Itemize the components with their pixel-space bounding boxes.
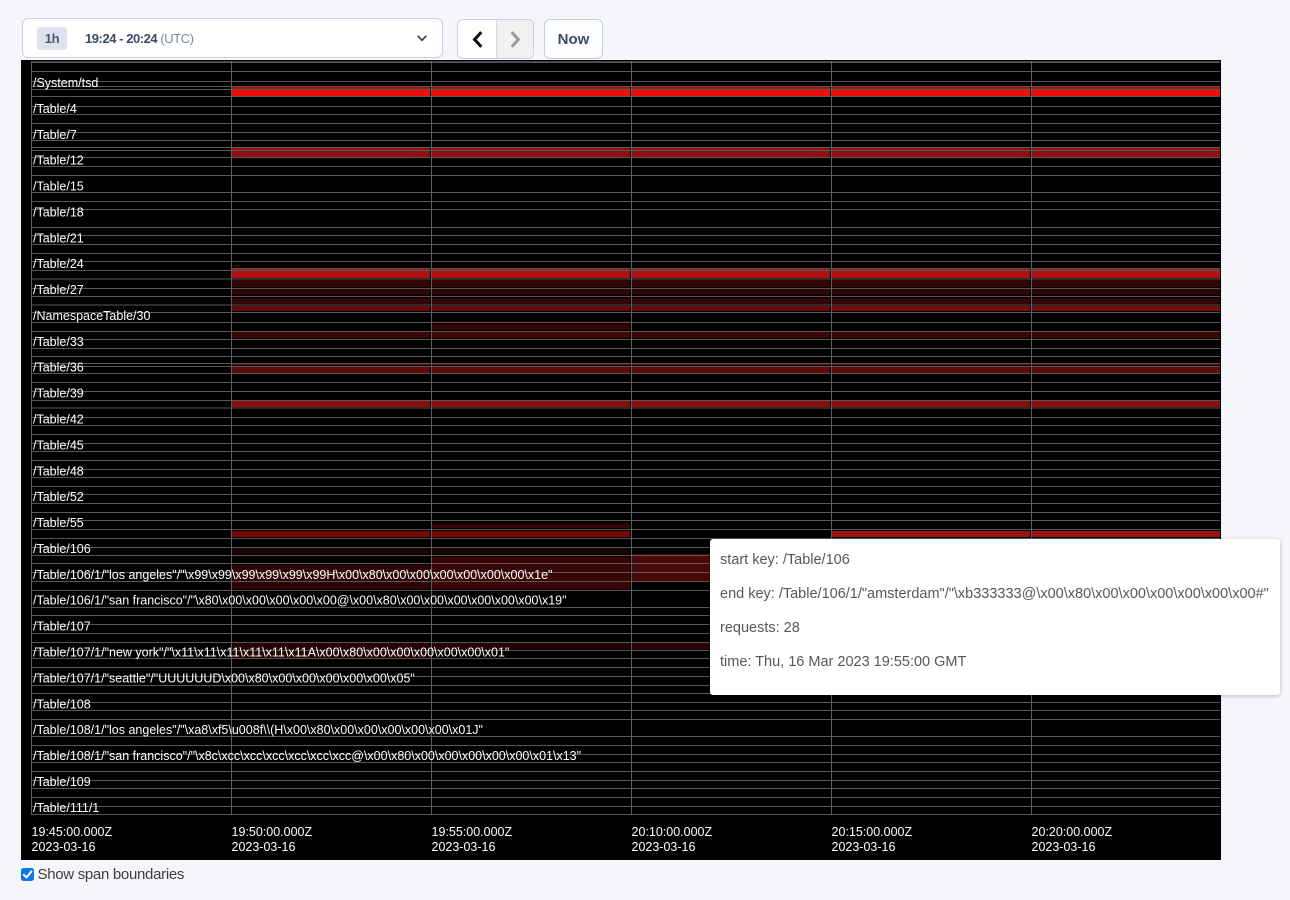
- svg-text:/Table/108/1/"los angeles"/"\x: /Table/108/1/"los angeles"/"\xa8\xf5\u00…: [33, 723, 483, 737]
- svg-text:/Table/36: /Table/36: [33, 361, 84, 375]
- svg-text:2023-03-16: 2023-03-16: [232, 840, 296, 854]
- svg-text:2023-03-16: 2023-03-16: [632, 840, 696, 854]
- svg-text:/Table/52: /Table/52: [33, 490, 84, 504]
- svg-text:/Table/111/1: /Table/111/1: [33, 801, 99, 815]
- svg-text:2023-03-16: 2023-03-16: [1032, 840, 1096, 854]
- svg-text:/Table/18: /Table/18: [33, 205, 84, 219]
- svg-text:20:15:00.000Z: 20:15:00.000Z: [832, 825, 913, 839]
- svg-text:/Table/33: /Table/33: [33, 335, 84, 349]
- svg-text:/Table/4: /Table/4: [33, 102, 77, 116]
- svg-text:/Table/12: /Table/12: [33, 154, 84, 168]
- svg-text:/Table/107/1/"new york"/"\x11\: /Table/107/1/"new york"/"\x11\x11\x11\x1…: [33, 646, 509, 660]
- svg-text:/Table/106/1/"san francisco"/": /Table/106/1/"san francisco"/"\x80\x00\x…: [33, 594, 567, 608]
- svg-text:19:55:00.000Z: 19:55:00.000Z: [432, 825, 513, 839]
- svg-text:/Table/55: /Table/55: [33, 516, 84, 530]
- svg-text:20:20:00.000Z: 20:20:00.000Z: [1032, 825, 1113, 839]
- svg-text:2023-03-16: 2023-03-16: [32, 840, 96, 854]
- svg-text:/Table/48: /Table/48: [33, 464, 84, 478]
- svg-text:/Table/109: /Table/109: [33, 775, 91, 789]
- svg-text:/Table/106/1/"los angeles"/"\x: /Table/106/1/"los angeles"/"\x99\x99\x99…: [33, 568, 552, 582]
- svg-text:19:45:00.000Z: 19:45:00.000Z: [32, 825, 113, 839]
- svg-text:/Table/21: /Table/21: [33, 231, 84, 245]
- svg-text:/System/tsd: /System/tsd: [33, 76, 98, 90]
- svg-text:/Table/39: /Table/39: [33, 387, 84, 401]
- svg-text:/Table/15: /Table/15: [33, 180, 84, 194]
- svg-text:2023-03-16: 2023-03-16: [832, 840, 896, 854]
- svg-text:/NamespaceTable/30: /NamespaceTable/30: [33, 309, 150, 323]
- svg-text:/Table/42: /Table/42: [33, 413, 84, 427]
- svg-text:/Table/108: /Table/108: [33, 697, 91, 711]
- svg-text:/Table/107/1/"seattle"/"UUUUUU: /Table/107/1/"seattle"/"UUUUUUD\x00\x80\…: [33, 671, 415, 685]
- svg-text:/Table/7: /Table/7: [33, 128, 77, 142]
- svg-text:/Table/45: /Table/45: [33, 438, 84, 452]
- svg-text:2023-03-16: 2023-03-16: [432, 840, 496, 854]
- svg-text:/Table/107: /Table/107: [33, 620, 91, 634]
- svg-text:20:10:00.000Z: 20:10:00.000Z: [632, 825, 713, 839]
- svg-text:/Table/24: /Table/24: [33, 257, 84, 271]
- svg-text:19:50:00.000Z: 19:50:00.000Z: [232, 825, 313, 839]
- svg-text:/Table/27: /Table/27: [33, 283, 84, 297]
- svg-text:/Table/106: /Table/106: [33, 542, 91, 556]
- svg-text:/Table/108/1/"san francisco"/": /Table/108/1/"san francisco"/"\x8c\xcc\x…: [33, 749, 581, 763]
